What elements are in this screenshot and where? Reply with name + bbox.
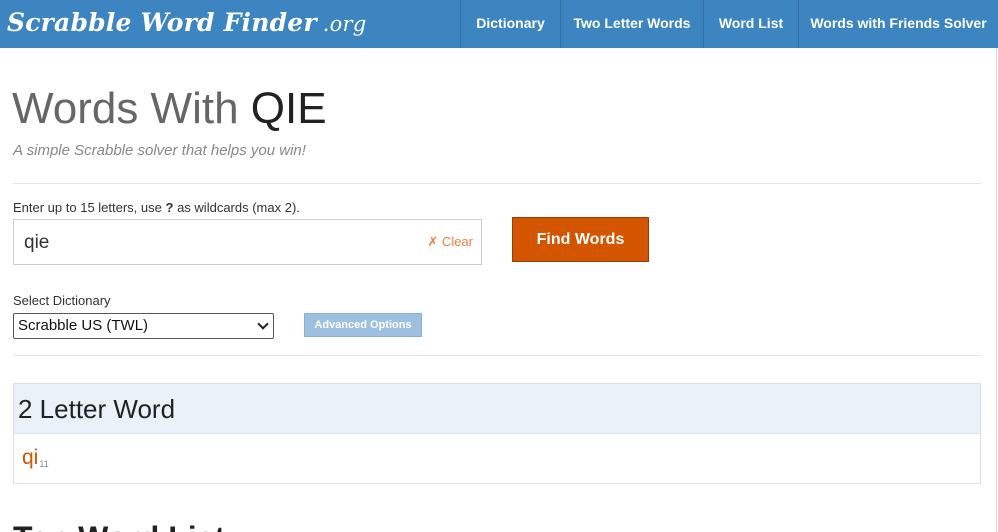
page-title: Words With QIE [12,84,327,134]
dictionary-label: Select Dictionary [13,293,111,308]
top-bar: Scrabble Word Finder .org Dictionary Two … [0,0,998,48]
dictionary-select[interactable]: Scrabble US (TWL) [13,313,274,339]
section-heading: Top Word List [13,520,225,532]
logo-suffix: .org [322,12,367,36]
hint-prefix: Enter up to 15 letters, use [13,200,162,215]
page-tagline: A simple Scrabble solver that helps you … [13,142,306,159]
hint-suffix: as wildcards (max 2). [177,200,300,215]
logo-text: Scrabble Word Finder [7,8,317,37]
chevron-down-icon [257,318,269,330]
letters-input[interactable] [24,231,404,255]
main-nav: Dictionary Two Letter Words Word List Wo… [460,0,998,48]
nav-word-list[interactable]: Word List [703,0,798,48]
nav-words-with-friends-solver[interactable]: Words with Friends Solver [798,0,998,48]
clear-button[interactable]: ✗ Clear [427,234,473,250]
result-group: 2 Letter Word qi11 [13,383,981,484]
page-edge-divider [996,48,997,532]
dictionary-selected: Scrabble US (TWL) [18,317,149,334]
result-word[interactable]: qi11 [22,446,49,470]
result-word-text: qi [22,446,39,469]
title-letters: QIE [250,84,327,133]
result-word-score: 11 [39,459,49,469]
find-words-button[interactable]: Find Words [512,217,649,262]
result-group-header: 2 Letter Word [14,384,980,434]
divider [13,183,981,184]
letters-hint: Enter up to 15 letters, use ? as wildcar… [13,200,300,215]
nav-two-letter-words[interactable]: Two Letter Words [560,0,703,48]
hint-wildcard: ? [165,200,174,215]
nav-dictionary[interactable]: Dictionary [460,0,560,48]
divider [13,355,981,356]
site-logo[interactable]: Scrabble Word Finder .org [0,0,460,48]
advanced-options-button[interactable]: Advanced Options [304,313,422,337]
result-group-title: 2 Letter Word [18,394,176,424]
title-prefix: Words With [12,84,239,133]
letters-input-box: ✗ Clear [13,219,482,265]
